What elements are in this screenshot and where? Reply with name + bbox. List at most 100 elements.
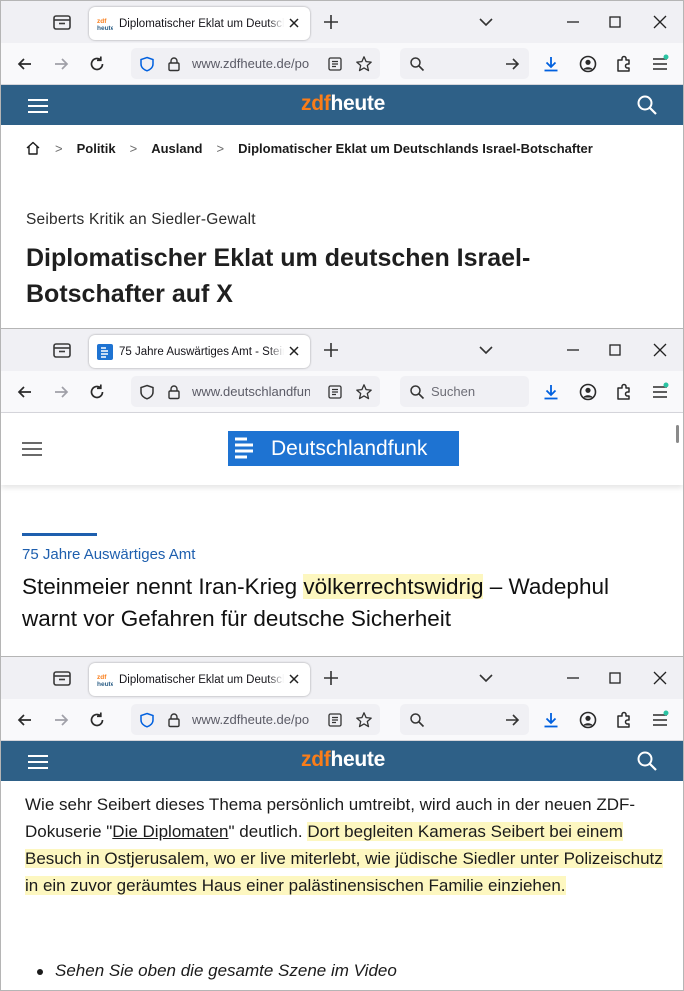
url-bar[interactable]: www.zdfheute.de/politik <box>131 704 380 735</box>
arrow-right-icon[interactable] <box>503 711 521 729</box>
maximize-icon[interactable] <box>606 13 624 31</box>
forward-arrow-icon[interactable] <box>51 710 71 730</box>
back-arrow-icon[interactable] <box>15 54 35 74</box>
hamburger-menu-icon[interactable] <box>650 710 670 730</box>
reader-view-icon[interactable] <box>327 712 343 728</box>
reload-icon[interactable] <box>87 710 107 730</box>
tab-groups-icon[interactable] <box>51 339 73 361</box>
forward-arrow-icon[interactable] <box>51 54 71 74</box>
plus-icon[interactable] <box>321 340 341 360</box>
zdf-favicon: zdfheute <box>97 18 113 32</box>
chevron-down-icon[interactable] <box>477 341 495 359</box>
deutschlandfunk-logo[interactable]: Deutschlandfunk <box>228 431 459 466</box>
browser-window-dlf: 75 Jahre Auswärtiges Amt - Steinmeier ww… <box>0 328 684 657</box>
star-icon[interactable] <box>355 55 373 73</box>
breadcrumb-item-ausland[interactable]: Ausland <box>151 141 202 156</box>
hamburger-menu-icon[interactable] <box>650 54 670 74</box>
close-icon[interactable] <box>288 673 300 685</box>
browser-window-zdf-top: zdfheute Diplomatischer Eklat um Deutsch… <box>0 0 684 329</box>
url-bar[interactable]: www.deutschlandfunk.de <box>131 376 380 407</box>
zdf-favicon: zdfheute <box>97 674 113 688</box>
back-arrow-icon[interactable] <box>15 710 35 730</box>
account-icon[interactable] <box>578 710 598 730</box>
tab-active[interactable]: 75 Jahre Auswärtiges Amt - Steinmeier <box>89 335 310 368</box>
scrollbar[interactable] <box>676 425 679 443</box>
close-icon[interactable] <box>288 345 300 357</box>
search-bar[interactable] <box>400 48 529 79</box>
chevron-down-icon[interactable] <box>477 669 495 687</box>
download-icon[interactable] <box>541 382 561 402</box>
tab-groups-icon[interactable] <box>51 11 73 33</box>
close-icon[interactable] <box>651 13 669 31</box>
logo-prefix: zdf <box>301 92 331 115</box>
logo-suffix: heute <box>330 748 385 771</box>
search-icon[interactable] <box>636 750 658 772</box>
extensions-icon[interactable] <box>614 710 634 730</box>
extensions-icon[interactable] <box>614 382 634 402</box>
zdfheute-logo[interactable]: zdfheute <box>1 92 683 116</box>
search-bar[interactable]: Suchen <box>400 376 529 407</box>
star-icon[interactable] <box>355 711 373 729</box>
logo-prefix: zdf <box>301 748 331 771</box>
title-highlight: völkerrechtswidrig <box>303 574 484 599</box>
search-bar[interactable] <box>400 704 529 735</box>
url-bar[interactable]: www.zdfheute.de/politik/ausland <box>131 48 380 79</box>
chevron-down-icon[interactable] <box>477 13 495 31</box>
zdfheute-logo[interactable]: zdfheute <box>1 748 683 772</box>
diplomaten-link[interactable]: Die Diplomaten <box>112 822 228 841</box>
plus-icon[interactable] <box>321 12 341 32</box>
tab-title: 75 Jahre Auswärtiges Amt - Steinmeier <box>119 344 284 360</box>
close-icon[interactable] <box>651 669 669 687</box>
extensions-icon[interactable] <box>614 54 634 74</box>
plus-icon[interactable] <box>321 668 341 688</box>
arrow-right-icon[interactable] <box>503 55 521 73</box>
close-icon[interactable] <box>651 341 669 359</box>
forward-arrow-icon[interactable] <box>51 382 71 402</box>
reload-icon[interactable] <box>87 54 107 74</box>
search-placeholder: Suchen <box>431 384 476 399</box>
svg-text:heute: heute <box>97 25 113 32</box>
list-item: Sehen Sie oben die gesamte Szene im Vide… <box>37 961 637 981</box>
lock-icon[interactable] <box>166 384 182 400</box>
breadcrumb-item-politik[interactable]: Politik <box>77 141 116 156</box>
url-text[interactable]: www.deutschlandfunk.de <box>192 384 310 400</box>
list-item-text: Sehen Sie oben die gesamte Szene im Vide… <box>55 961 397 980</box>
tab-groups-icon[interactable] <box>51 667 73 689</box>
tab-title: Diplomatischer Eklat um Deutschlands <box>119 16 284 32</box>
lock-icon[interactable] <box>166 56 182 72</box>
search-icon[interactable] <box>636 94 658 116</box>
tab-active[interactable]: zdfheute Diplomatischer Eklat um Deutsch… <box>89 663 310 696</box>
reader-view-icon[interactable] <box>327 56 343 72</box>
home-icon[interactable] <box>25 140 41 156</box>
minimize-icon[interactable] <box>564 13 582 31</box>
breadcrumb-item-current: Diplomatischer Eklat um Deutschlands Isr… <box>238 140 593 156</box>
shield-icon[interactable] <box>139 384 155 400</box>
star-icon[interactable] <box>355 383 373 401</box>
lock-icon[interactable] <box>166 712 182 728</box>
reload-icon[interactable] <box>87 382 107 402</box>
maximize-icon[interactable] <box>606 669 624 687</box>
shield-icon[interactable] <box>139 56 155 72</box>
hamburger-menu-icon[interactable] <box>22 441 42 457</box>
article-title: Diplomatischer Eklat um deutschen Israel… <box>26 244 531 308</box>
minimize-icon[interactable] <box>564 669 582 687</box>
svg-text:zdf: zdf <box>97 18 107 25</box>
download-icon[interactable] <box>541 710 561 730</box>
title-part: Steinmeier nennt Iran-Krieg <box>22 574 304 599</box>
close-icon[interactable] <box>288 17 300 29</box>
shield-icon[interactable] <box>139 712 155 728</box>
account-icon[interactable] <box>578 382 598 402</box>
reader-view-icon[interactable] <box>327 384 343 400</box>
url-text[interactable]: www.zdfheute.de/politik/ausland <box>192 56 310 72</box>
download-icon[interactable] <box>541 54 561 74</box>
tab-active[interactable]: zdfheute Diplomatischer Eklat um Deutsch… <box>89 7 310 40</box>
account-icon[interactable] <box>578 54 598 74</box>
tab-strip: zdfheute Diplomatischer Eklat um Deutsch… <box>1 657 683 699</box>
minimize-icon[interactable] <box>564 341 582 359</box>
tab-strip: zdfheute Diplomatischer Eklat um Deutsch… <box>1 1 683 43</box>
back-arrow-icon[interactable] <box>15 382 35 402</box>
hamburger-menu-icon[interactable] <box>650 382 670 402</box>
url-text[interactable]: www.zdfheute.de/politik <box>192 712 310 728</box>
maximize-icon[interactable] <box>606 341 624 359</box>
breadcrumb: > Politik > Ausland > Diplomatischer Ekl… <box>25 138 593 158</box>
